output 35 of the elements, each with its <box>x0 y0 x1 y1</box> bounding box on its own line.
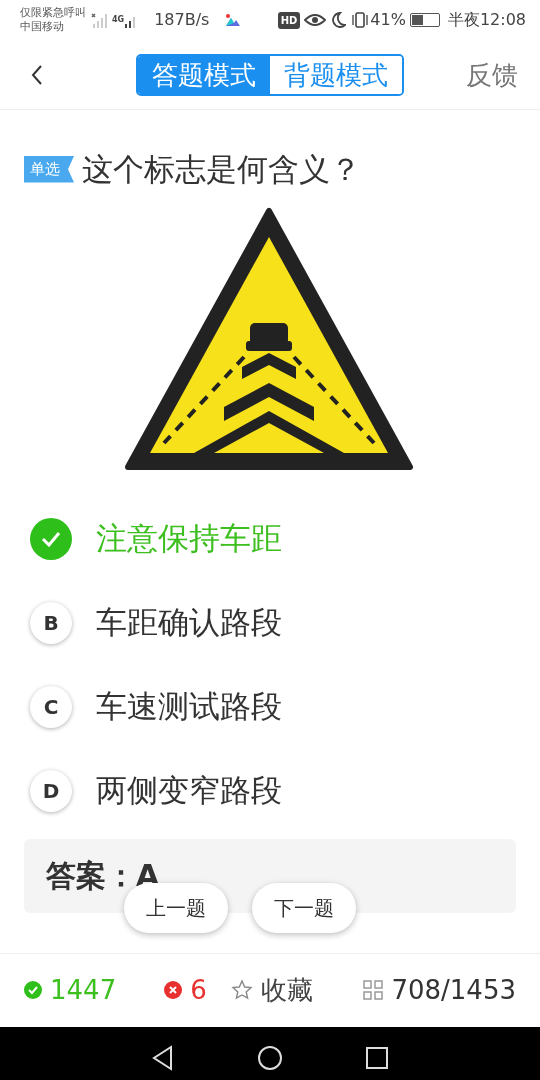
home-nav-icon[interactable] <box>257 1044 283 1071</box>
wrong-count: 6 <box>190 973 207 1007</box>
option-letter: C <box>30 685 72 728</box>
next-button[interactable]: 下一题 <box>252 882 356 933</box>
error-icon <box>164 981 183 999</box>
moon-icon <box>330 11 347 29</box>
star-icon <box>230 979 253 1001</box>
favorite-link[interactable]: 收藏 <box>260 970 313 1010</box>
gallery-icon <box>225 13 242 27</box>
signal-icon <box>90 11 108 29</box>
question-type-tag: 单选 <box>24 156 74 183</box>
carrier-text: 中国移动 <box>20 20 65 34</box>
battery-percent-text: 41% <box>370 9 406 31</box>
option-letter: B <box>30 601 72 644</box>
option-text[interactable]: 车距确认路段 <box>96 599 282 646</box>
check-icon <box>24 981 42 999</box>
network-speed-text: 187B/s <box>154 9 210 31</box>
back-nav-icon[interactable] <box>151 1044 175 1071</box>
option-letter: D <box>30 769 72 812</box>
feedback-link[interactable]: 反馈 <box>466 56 518 95</box>
option-text[interactable]: 车速测试路段 <box>96 683 282 730</box>
grid-icon <box>363 980 384 1000</box>
recents-nav-icon[interactable] <box>365 1045 389 1070</box>
option-text[interactable]: 两侧变窄路段 <box>96 767 282 814</box>
back-icon[interactable] <box>30 64 44 86</box>
hd-badge: HD <box>277 11 301 29</box>
correct-count: 1447 <box>50 973 117 1007</box>
clock-text: 半夜12:08 <box>447 9 526 31</box>
question-text: 这个标志是何含义？ <box>82 150 361 189</box>
network-type-text: 4G <box>112 14 125 26</box>
progress-text[interactable]: 708/1453 <box>391 970 516 1010</box>
eye-icon <box>304 12 327 28</box>
carrier-text: 仅限紧急呼叫 <box>20 6 86 20</box>
vibrate-icon <box>350 11 371 29</box>
battery-icon <box>409 13 440 27</box>
